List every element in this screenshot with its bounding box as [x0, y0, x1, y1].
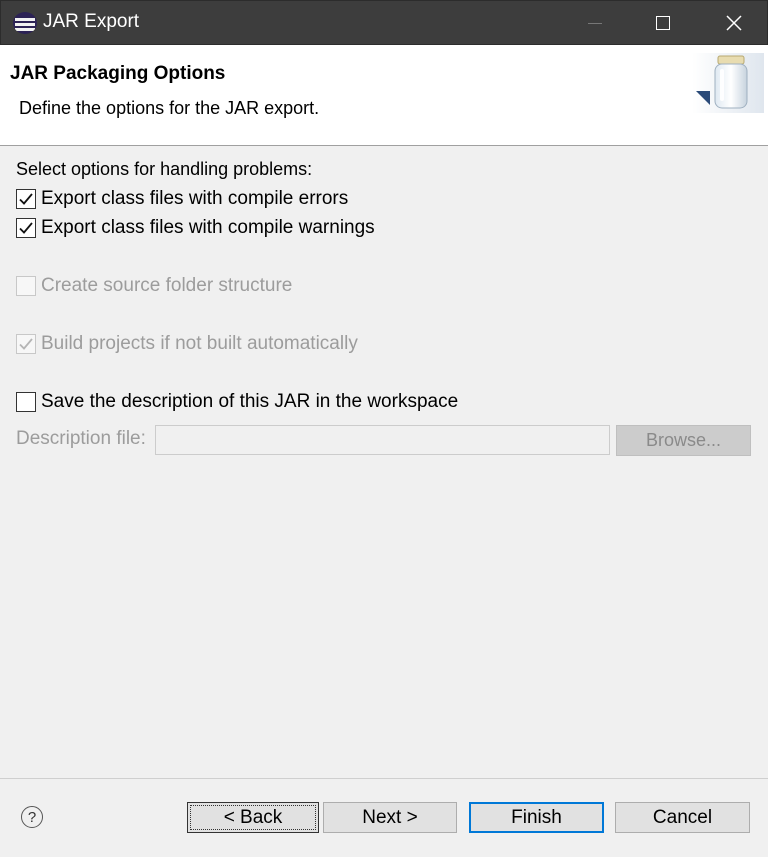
save-description-label: Save the description of this JAR in the …	[41, 391, 459, 412]
wizard-header: JAR Packaging Options Define the options…	[0, 45, 768, 146]
build-projects-checkbox	[16, 334, 36, 354]
maximize-button[interactable]	[633, 1, 693, 45]
export-errors-option[interactable]: Export class files with compile errors	[16, 188, 348, 210]
wizard-content: Select options for handling problems: Ex…	[0, 146, 768, 857]
jar-icon	[692, 53, 764, 113]
minimize-icon	[588, 22, 602, 24]
next-button-label: Next >	[362, 806, 418, 828]
build-projects-option: Build projects if not built automaticall…	[16, 333, 358, 355]
export-warnings-option[interactable]: Export class files with compile warnings	[16, 217, 375, 239]
eclipse-icon	[13, 12, 37, 34]
source-folder-label: Create source folder structure	[41, 275, 293, 296]
cancel-button-label: Cancel	[652, 806, 713, 828]
back-button-label: < Back	[223, 806, 283, 828]
finish-button[interactable]: Finish	[469, 802, 604, 833]
source-folder-checkbox	[16, 276, 36, 296]
checkmark-icon	[19, 193, 33, 205]
save-description-checkbox[interactable]	[16, 392, 36, 412]
export-errors-label: Export class files with compile errors	[41, 188, 349, 209]
problems-section-label: Select options for handling problems:	[16, 159, 313, 179]
export-warnings-checkbox[interactable]	[16, 218, 36, 238]
footer-separator	[0, 778, 768, 779]
cancel-button[interactable]: Cancel	[615, 802, 750, 833]
build-projects-label: Build projects if not built automaticall…	[41, 333, 358, 354]
browse-button[interactable]: Browse...	[616, 425, 751, 456]
page-title: JAR Packaging Options	[10, 63, 226, 84]
checkmark-icon	[19, 222, 33, 234]
export-warnings-label: Export class files with compile warnings	[41, 217, 375, 238]
save-description-option[interactable]: Save the description of this JAR in the …	[16, 391, 458, 413]
next-button[interactable]: Next >	[323, 802, 457, 833]
finish-button-label: Finish	[511, 806, 562, 828]
maximize-icon	[656, 16, 670, 30]
close-button[interactable]	[704, 1, 764, 45]
help-icon[interactable]: ?	[21, 806, 43, 828]
page-description: Define the options for the JAR export.	[19, 98, 320, 118]
close-icon	[726, 15, 742, 31]
title-bar: JAR Export	[0, 0, 768, 45]
window-title: JAR Export	[43, 11, 140, 32]
checkmark-icon	[19, 338, 33, 350]
export-errors-checkbox[interactable]	[16, 189, 36, 209]
back-button[interactable]: < Back	[187, 802, 319, 833]
description-file-label: Description file:	[16, 428, 146, 449]
description-file-input[interactable]	[155, 425, 610, 455]
source-folder-option: Create source folder structure	[16, 275, 292, 297]
minimize-button[interactable]	[565, 1, 625, 45]
